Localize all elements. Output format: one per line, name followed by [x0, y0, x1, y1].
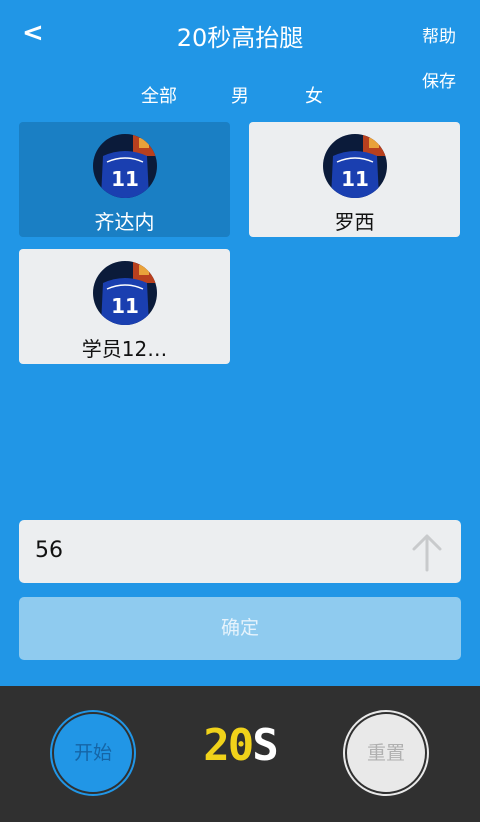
timer-unit: S	[252, 720, 278, 771]
filter-female[interactable]: 女	[305, 82, 323, 108]
timer-value: 20	[203, 720, 254, 771]
header-bar: < 20秒高抬腿 帮助 保存	[0, 0, 480, 92]
avatar: 11	[323, 134, 387, 198]
arrow-up-icon[interactable]	[411, 532, 443, 572]
reset-button[interactable]: 重置	[345, 712, 427, 794]
page-title: 20秒高抬腿	[176, 24, 304, 52]
student-name: 罗西	[334, 210, 375, 234]
score-input[interactable]: 56	[19, 520, 461, 583]
student-card[interactable]: 11 罗西	[249, 122, 460, 237]
student-card[interactable]: 11 齐达内	[19, 122, 230, 237]
confirm-button[interactable]: 确定	[19, 597, 461, 660]
student-name: 学员12…	[81, 337, 168, 361]
svg-text:11: 11	[111, 294, 139, 318]
student-card[interactable]: 11 学员12…	[19, 249, 230, 364]
avatar: 11	[93, 261, 157, 325]
svg-text:11: 11	[341, 167, 369, 191]
help-button[interactable]: 帮助	[422, 22, 456, 47]
student-name: 齐达内	[94, 210, 155, 234]
svg-text:11: 11	[111, 167, 139, 191]
gender-filter: 全部 男 女	[0, 82, 480, 108]
filter-male[interactable]: 男	[231, 82, 249, 108]
avatar: 11	[93, 134, 157, 198]
filter-all[interactable]: 全部	[141, 82, 177, 108]
timer-control-bar: 开始 20S 重置	[0, 686, 480, 822]
score-input-value: 56	[35, 538, 63, 563]
